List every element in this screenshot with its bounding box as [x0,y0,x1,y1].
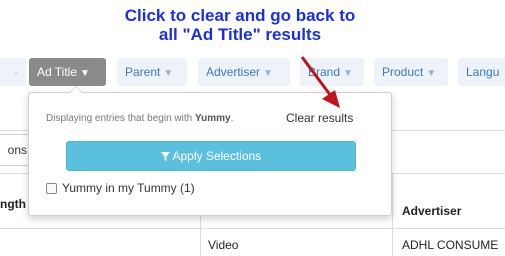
info-suffix: . [230,113,234,124]
column-header-advertiser[interactable]: Advertiser [402,204,461,218]
chevron-down-icon: ▼ [426,68,437,79]
table-cell-type: Video [208,238,239,252]
annotation-line-1: Click to clear and go back to [124,6,356,25]
tab-language-partial[interactable]: Langu [458,58,505,86]
annotation-line-2: all "Ad Title" results [158,25,322,44]
chevron-down-icon: ▼ [263,68,273,79]
options-button-label: ons [7,143,27,157]
tab-brand[interactable]: Brand ▼ [300,58,364,86]
tab-product[interactable]: Product ▼ [374,58,448,86]
info-search-term: Yummy [194,113,231,124]
tab-ad-title[interactable]: Ad Title ▼ [29,58,106,86]
tab-partial-left[interactable]: - [0,58,26,86]
ad-title-dropdown: Displaying entries that begin with Yummy… [28,86,392,216]
chevron-down-icon: ▼ [163,68,174,79]
tab-language-label: Langu [466,65,500,79]
option-checkbox[interactable] [46,182,57,194]
table-divider-header-bottom [0,228,505,229]
chevron-down-icon: ▼ [80,68,90,79]
table-cell-advertiser: ADHL CONSUME [402,238,499,252]
column-header-length-partial: ngth [0,197,26,211]
clear-results-link[interactable]: Clear results [286,111,353,125]
info-prefix: Displaying entries that begin with [46,113,193,124]
chevron-down-icon: ▼ [343,68,353,79]
filter-icon [160,149,173,163]
tab-advertiser[interactable]: Advertiser ▼ [198,58,290,86]
caret-icon: - [14,68,18,79]
apply-selections-button[interactable]: Apply Selections [66,141,356,171]
option-label: Yummy in my Tummy (1) [62,181,195,195]
dropdown-info-text: Displaying entries that begin with Yummy… [46,113,233,124]
tab-advertiser-label: Advertiser [206,65,261,79]
annotation-callout: Click to clear and go back to all "Ad Ti… [70,6,410,44]
list-item[interactable]: Yummy in my Tummy (1) [46,181,195,195]
tab-ad-title-label: Ad Title [37,65,78,79]
apply-selections-label: Apply Selections [172,149,262,163]
tab-parent[interactable]: Parent ▼ [117,58,187,86]
tab-parent-label: Parent [125,65,161,79]
tab-brand-label: Brand [308,65,341,79]
tab-product-label: Product [382,65,424,79]
table-column-divider-2 [392,173,393,256]
